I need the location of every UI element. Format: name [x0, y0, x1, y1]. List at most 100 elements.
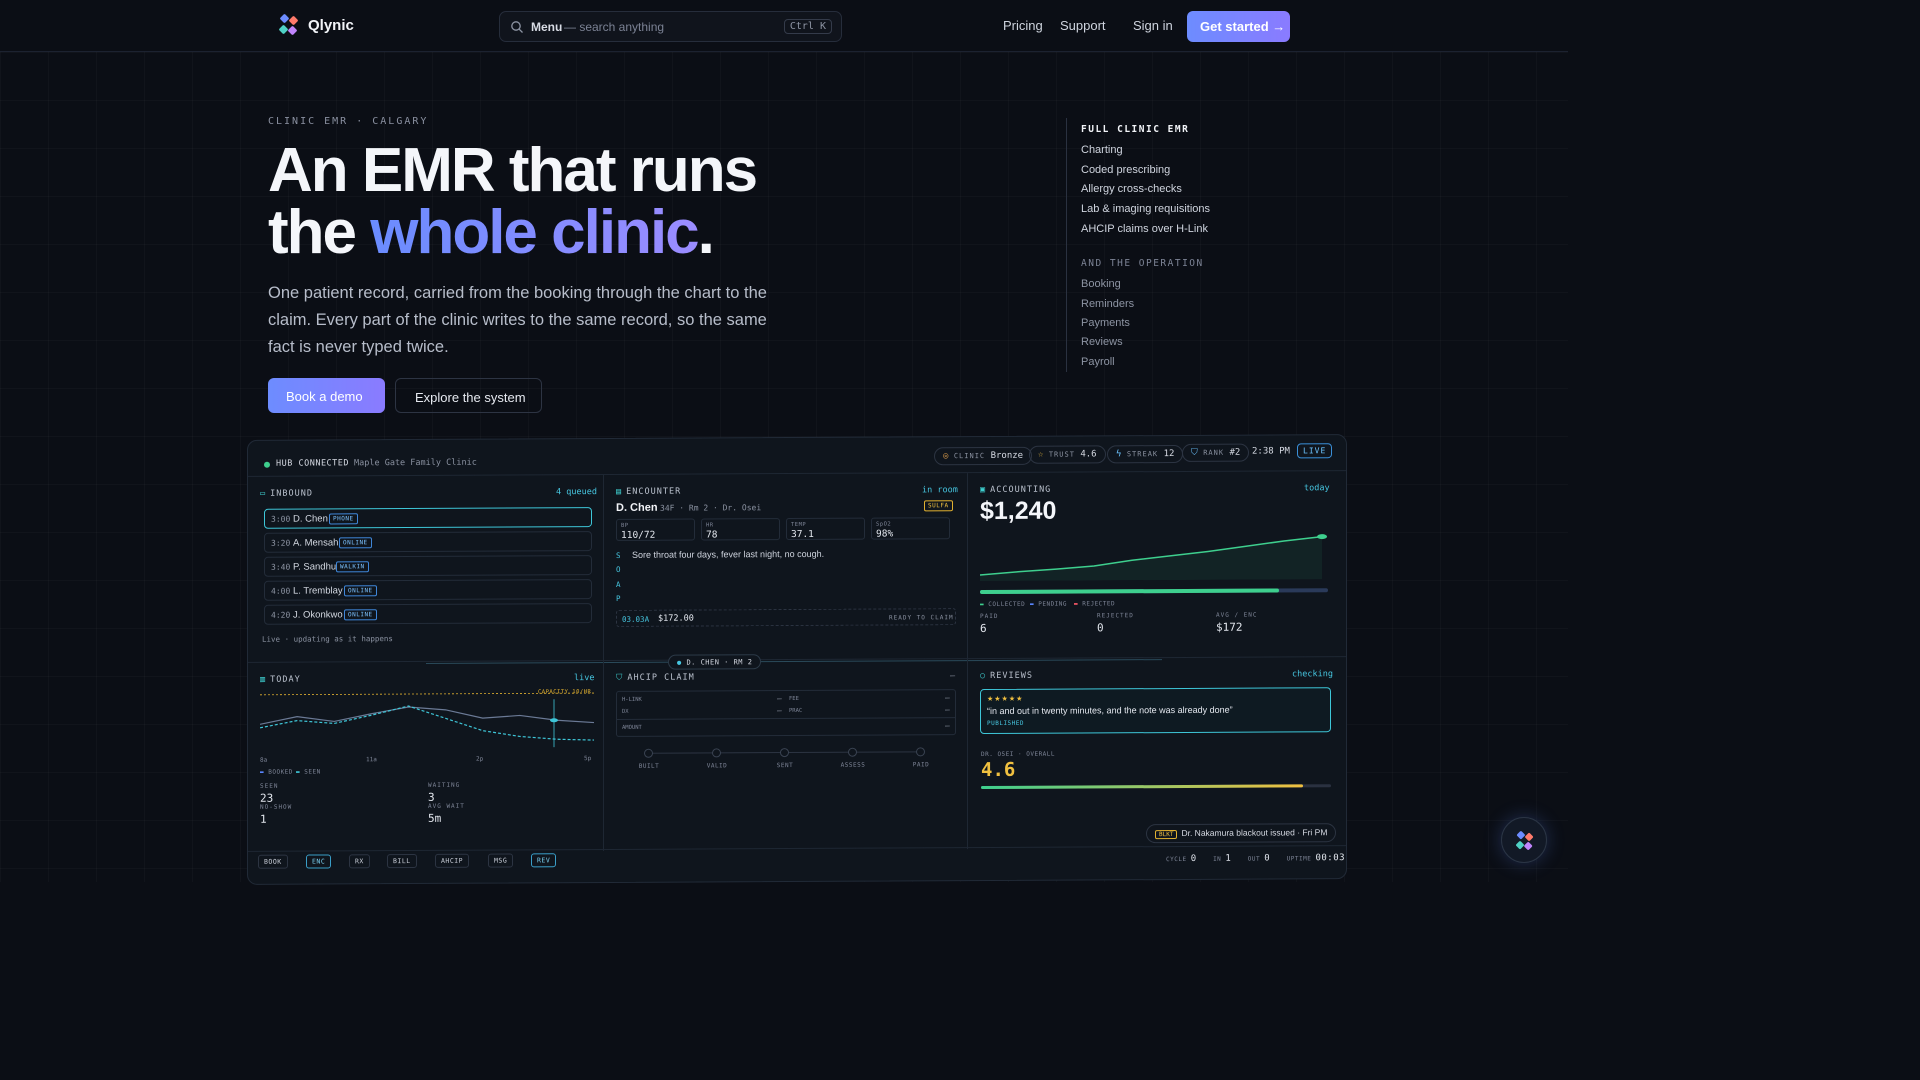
connection-status-icon	[264, 461, 270, 468]
module-chip-rx[interactable]: RX	[349, 854, 370, 869]
tick-label: 8a	[260, 756, 268, 764]
metric-label: OUT	[1247, 855, 1261, 863]
subjective-note[interactable]: Sore throat four days, fever last night,…	[632, 549, 824, 560]
feature-item[interactable]: Coded prescribing	[1081, 164, 1266, 184]
module-chip-msg[interactable]: MSG	[488, 853, 514, 868]
reviews-status: checking	[1292, 669, 1333, 680]
feature-item[interactable]: Lab & imaging requisitions	[1081, 203, 1266, 223]
get-started-button[interactable]: Get started →	[1187, 11, 1290, 42]
field-value: –	[945, 693, 950, 703]
clinic-tier-pill[interactable]: ◎ CLINIC Bronze	[934, 446, 1033, 466]
search-box[interactable]: Menu — search anything Ctrl K	[499, 11, 842, 42]
queue-tag: PHONE	[329, 513, 358, 525]
accounting-panel: ▣ ACCOUNTING today $1,240 ▬ COLLECTED ▬ P…	[968, 471, 1347, 660]
stat-seen: SEEN 23	[260, 783, 278, 805]
medal-icon: ◎	[943, 451, 949, 462]
module-chip-bill[interactable]: BILL	[387, 853, 417, 869]
accounting-total: $1,240	[980, 496, 1057, 526]
queue-name: L. Tremblay	[293, 585, 343, 597]
nav-link-support[interactable]: Support	[1060, 18, 1106, 33]
search-icon	[511, 21, 523, 33]
queue-row[interactable]: 3:40 P. Sandhu WALKIN	[264, 555, 592, 577]
stat-label: NO-SHOW	[260, 803, 293, 811]
today-panel: ▥ TODAY live CAPACITY 10/HR 8a 11a 2p 5p …	[248, 661, 604, 853]
claim-step-label: ASSESS	[840, 761, 866, 769]
queue-row[interactable]: 3:00 D. Chen PHONE	[264, 507, 592, 529]
nav-link-pricing[interactable]: Pricing	[1003, 18, 1043, 33]
alert-toast[interactable]: BLKT Dr. Nakamura blackout issued · Fri P…	[1146, 823, 1337, 844]
dashboard-preview: HUB CONNECTED Maple Gate Family Clinic ◎…	[247, 434, 1347, 885]
ops-item[interactable]: Payments	[1081, 317, 1266, 336]
claim-title: ⛉ AHCIP CLAIM	[616, 673, 695, 683]
allergy-badge: SULFA	[924, 500, 953, 512]
streak-pill[interactable]: ϟ STREAK 12	[1107, 444, 1184, 464]
collection-bar-fill	[980, 588, 1280, 595]
legend-label: PENDING	[1038, 600, 1068, 608]
panel-title: ENCOUNTER	[626, 486, 682, 497]
search-label: Menu	[531, 20, 563, 34]
inbound-panel: ▭ INBOUND 4 queued 3:00 D. Chen PHONE 3:20 A…	[248, 475, 604, 663]
field-value: –	[945, 705, 950, 715]
hero-title-line2: the whole clinic.	[268, 202, 756, 264]
queue-name: D. Chen	[293, 513, 328, 525]
field-label: FEE	[789, 695, 799, 703]
claim-step-dot	[644, 748, 653, 758]
field-value: –	[777, 694, 782, 704]
module-chip-rev[interactable]: REV	[531, 853, 557, 868]
module-chip-ahcip[interactable]: AHCIP	[435, 853, 470, 868]
pill-label: RANK	[1203, 448, 1225, 457]
metric-label: CYCLE	[1166, 855, 1187, 864]
feature-item[interactable]: AHCIP claims over H-Link	[1081, 223, 1266, 243]
legend-label: BOOKED	[268, 768, 293, 776]
now-marker-dot	[550, 718, 558, 723]
assistant-fab[interactable]	[1501, 817, 1547, 863]
today-title: ▥ TODAY	[260, 675, 301, 685]
queue-tag: ONLINE	[344, 585, 377, 597]
hero-eyebrow: CLINIC EMR · CALGARY	[268, 116, 429, 127]
vital-label: HR	[706, 522, 714, 529]
vital-hr: HR 78	[701, 518, 780, 541]
vital-label: SpO2	[876, 521, 892, 528]
queue-time: 4:20	[271, 610, 291, 620]
shield-check-icon: ⛉	[616, 672, 624, 683]
ops-item[interactable]: Reminders	[1081, 298, 1266, 317]
alert-tag: BLKT	[1155, 830, 1178, 840]
claim-step-label: BUILT	[638, 762, 660, 770]
feature-heading: FULL CLINIC EMR	[1081, 124, 1190, 135]
brand-name[interactable]: Qlynic	[308, 17, 354, 34]
book-demo-button[interactable]: Book a demo	[268, 378, 385, 413]
feature-item[interactable]: Allergy cross-checks	[1081, 183, 1266, 203]
field-value: –	[777, 706, 782, 716]
trust-pill[interactable]: ☆ TRUST 4.6	[1029, 445, 1106, 464]
document-icon: ▤	[616, 486, 623, 497]
nav-link-sign-in[interactable]: Sign in	[1133, 18, 1173, 33]
module-chip-book[interactable]: BOOK	[258, 854, 288, 869]
inbox-icon: ▭	[260, 488, 267, 499]
stat-label: PAID	[980, 612, 999, 621]
stat-waiting: WAITING 3	[428, 782, 460, 804]
queue-row[interactable]: 3:20 A. Mensah ONLINE	[264, 531, 592, 553]
pill-value: Bronze	[990, 450, 1024, 461]
feature-item[interactable]: Charting	[1081, 144, 1266, 164]
metric-value: 1	[1225, 853, 1232, 864]
queue-row[interactable]: 4:20 J. Okonkwo ONLINE	[264, 603, 592, 625]
accounting-period: today	[1304, 483, 1330, 494]
queue-row[interactable]: 4:00 L. Tremblay ONLINE	[264, 579, 592, 601]
stat-label: REJECTED	[1097, 612, 1134, 620]
divider	[617, 717, 955, 720]
legend-label: REJECTED	[1082, 600, 1116, 608]
brand-logo-icon[interactable]	[278, 14, 300, 36]
claim-step-dot	[916, 747, 925, 757]
hero-title-line1: An EMR that runs	[268, 136, 758, 205]
claim-status: –	[950, 671, 956, 682]
overall-score: 4.6	[981, 758, 1016, 782]
ops-item[interactable]: Booking	[1081, 278, 1266, 297]
ops-item[interactable]: Payroll	[1081, 356, 1266, 375]
explore-system-button[interactable]: Explore the system	[395, 378, 542, 413]
review-card[interactable]: ★★★★★ “in and out in twenty minutes, and…	[980, 687, 1331, 735]
ops-item[interactable]: Reviews	[1081, 336, 1266, 355]
module-chip-enc[interactable]: ENC	[306, 854, 332, 869]
rank-pill[interactable]: ⛉ RANK #2	[1182, 443, 1250, 462]
accounting-title: ▣ ACCOUNTING	[980, 485, 1051, 495]
score-bar	[981, 784, 1331, 790]
